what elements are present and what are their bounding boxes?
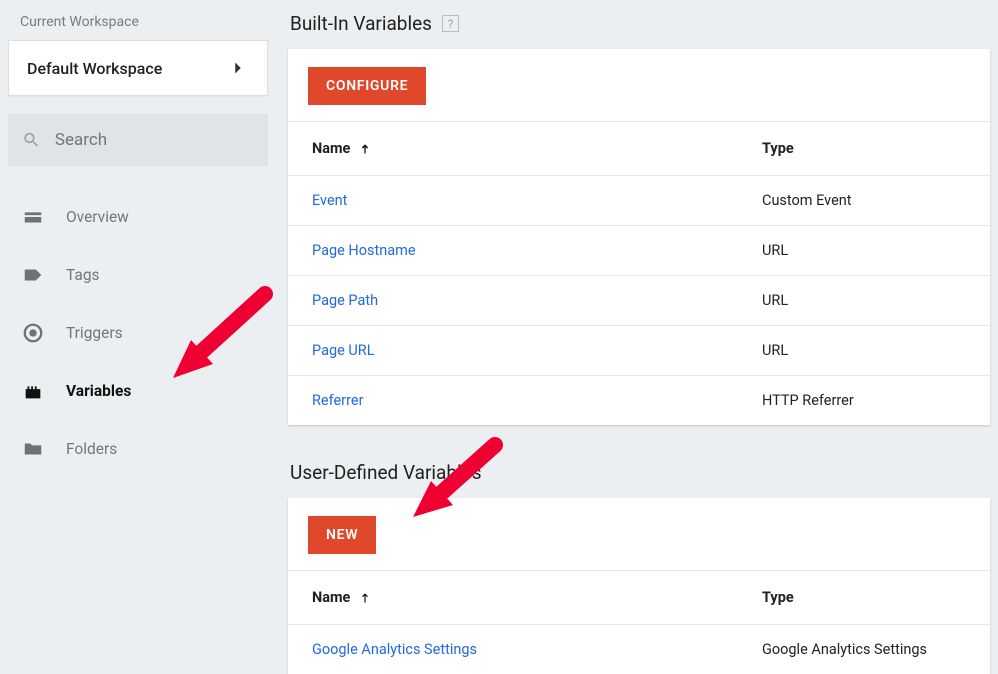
nav-overview[interactable]: Overview bbox=[8, 188, 268, 246]
user-header: Name Type bbox=[288, 570, 990, 624]
workspace-label: Current Workspace bbox=[8, 0, 268, 40]
nav-folders-label: Folders bbox=[66, 440, 117, 458]
tag-icon bbox=[22, 264, 44, 286]
builtin-type: HTTP Referrer bbox=[762, 392, 966, 409]
workspace-picker[interactable]: Default Workspace bbox=[8, 40, 268, 96]
builtin-link[interactable]: Event bbox=[312, 192, 347, 209]
trigger-icon bbox=[22, 322, 44, 344]
name-header-text: Name bbox=[312, 140, 350, 157]
builtin-type: URL bbox=[762, 242, 966, 259]
nav-variables-label: Variables bbox=[66, 382, 131, 400]
builtins-title-row: Built-In Variables ? bbox=[288, 0, 990, 49]
sort-asc-icon bbox=[358, 591, 372, 605]
builtins-type-header[interactable]: Type bbox=[762, 140, 966, 157]
user-var-type: Google Analytics Settings bbox=[762, 641, 966, 658]
table-row[interactable]: Event Custom Event bbox=[288, 175, 990, 225]
nav: Overview Tags Triggers Variables Folders bbox=[8, 188, 268, 478]
nav-tags[interactable]: Tags bbox=[8, 246, 268, 304]
configure-button[interactable]: Configure bbox=[308, 67, 426, 105]
table-row[interactable]: Page URL URL bbox=[288, 325, 990, 375]
nav-tags-label: Tags bbox=[66, 266, 100, 284]
search-input[interactable] bbox=[55, 130, 254, 150]
builtins-name-header[interactable]: Name bbox=[312, 140, 762, 157]
folder-icon bbox=[22, 438, 44, 460]
user-defined-section: User-Defined Variables New Name Type Goo… bbox=[288, 449, 990, 674]
table-row[interactable]: Page Path URL bbox=[288, 275, 990, 325]
new-button[interactable]: New bbox=[308, 516, 376, 554]
search-icon bbox=[22, 129, 41, 151]
chevron-right-icon bbox=[227, 57, 249, 79]
user-type-header[interactable]: Type bbox=[762, 589, 966, 606]
main: Built-In Variables ? Configure Name Type… bbox=[288, 0, 990, 640]
builtins-title: Built-In Variables bbox=[290, 12, 432, 35]
table-row[interactable]: Google Analytics Settings Google Analytic… bbox=[288, 624, 990, 674]
nav-folders[interactable]: Folders bbox=[8, 420, 268, 478]
user-title: User-Defined Variables bbox=[288, 449, 990, 498]
builtin-type: Custom Event bbox=[762, 192, 966, 209]
search-box[interactable] bbox=[8, 114, 268, 166]
table-row[interactable]: Page Hostname URL bbox=[288, 225, 990, 275]
nav-overview-label: Overview bbox=[66, 208, 129, 226]
table-row[interactable]: Referrer HTTP Referrer bbox=[288, 375, 990, 425]
sort-asc-icon bbox=[358, 142, 372, 156]
nav-variables[interactable]: Variables bbox=[8, 362, 268, 420]
nav-triggers[interactable]: Triggers bbox=[8, 304, 268, 362]
user-var-link[interactable]: Google Analytics Settings bbox=[312, 641, 477, 658]
builtin-link[interactable]: Page URL bbox=[312, 342, 375, 359]
variables-icon bbox=[22, 380, 44, 402]
overview-icon bbox=[22, 206, 44, 228]
builtins-card-top: Configure bbox=[288, 49, 990, 121]
builtin-link[interactable]: Referrer bbox=[312, 392, 363, 409]
workspace-name: Default Workspace bbox=[27, 59, 162, 78]
builtins-card: Configure Name Type Event Custom Event Pa… bbox=[288, 49, 990, 425]
user-card-top: New bbox=[288, 498, 990, 570]
sidebar: Current Workspace Default Workspace Over… bbox=[0, 0, 280, 640]
builtin-type: URL bbox=[762, 342, 966, 359]
user-card: New Name Type Google Analytics SettingsG… bbox=[288, 498, 990, 674]
builtins-header: Name Type bbox=[288, 121, 990, 175]
builtin-link[interactable]: Page Path bbox=[312, 292, 378, 309]
builtin-type: URL bbox=[762, 292, 966, 309]
name-header-text: Name bbox=[312, 589, 350, 606]
help-icon[interactable]: ? bbox=[442, 15, 459, 32]
nav-triggers-label: Triggers bbox=[66, 324, 123, 342]
user-name-header[interactable]: Name bbox=[312, 589, 762, 606]
builtin-link[interactable]: Page Hostname bbox=[312, 242, 416, 259]
